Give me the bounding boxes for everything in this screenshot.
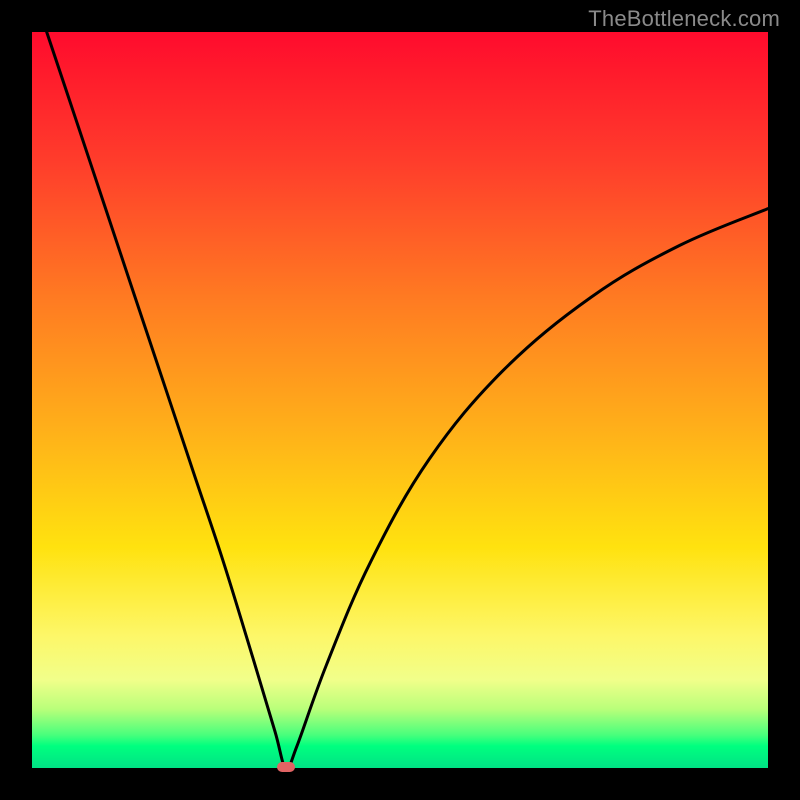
optimal-point-marker (277, 762, 295, 772)
curve-path (47, 32, 768, 769)
plot-area (32, 32, 768, 768)
chart-frame: TheBottleneck.com (0, 0, 800, 800)
watermark-text: TheBottleneck.com (588, 6, 780, 32)
bottleneck-curve (32, 32, 768, 768)
